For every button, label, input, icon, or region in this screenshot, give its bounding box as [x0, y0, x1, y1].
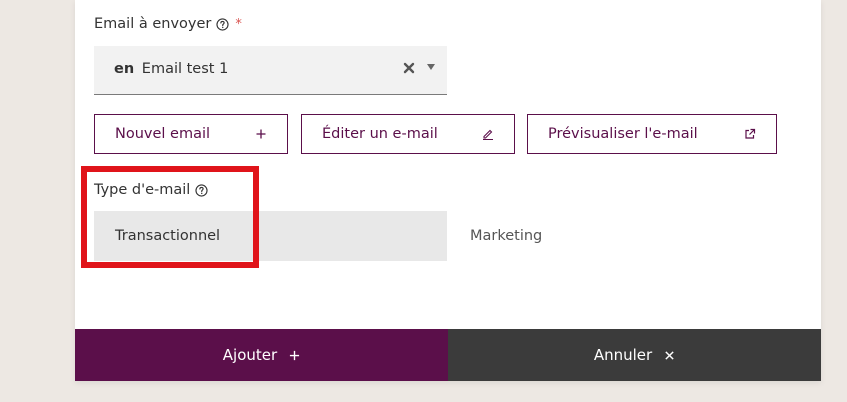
cancel-button[interactable]: Annuler — [448, 329, 821, 381]
selected-email-name: Email test 1 — [141, 61, 229, 77]
email-field-label-text: Email à envoyer — [94, 16, 212, 32]
question-circle-icon[interactable] — [216, 17, 229, 31]
preview-email-button[interactable]: Prévisualiser l'e-mail — [527, 114, 777, 154]
email-type-option-label: Transactionnel — [115, 228, 221, 244]
cancel-button-label: Annuler — [593, 346, 653, 364]
edit-email-button-label: Éditer un e-mail — [322, 126, 438, 142]
preview-email-button-label: Prévisualiser l'e-mail — [548, 126, 698, 142]
close-icon[interactable] — [403, 62, 415, 74]
caret-down-icon[interactable] — [427, 64, 435, 70]
email-type-label: Type d'e-mail — [94, 182, 208, 198]
pencil-icon — [483, 129, 493, 140]
required-marker: * — [235, 16, 242, 32]
email-select[interactable]: en Email test 1 — [94, 46, 447, 95]
plus-icon — [256, 129, 266, 139]
email-select-value: en Email test 1 — [114, 61, 228, 77]
new-email-button-label: Nouvel email — [115, 126, 211, 142]
close-icon — [665, 350, 674, 360]
email-field-label: Email à envoyer * — [94, 16, 242, 32]
language-code: en — [114, 61, 135, 77]
add-button-label: Ajouter — [222, 346, 278, 364]
plus-icon — [290, 350, 300, 360]
email-type-option-marketing[interactable]: Marketing — [449, 211, 749, 261]
email-type-option-transactionnel[interactable]: Transactionnel — [94, 211, 447, 261]
new-email-button[interactable]: Nouvel email — [94, 114, 288, 154]
add-button[interactable]: Ajouter — [75, 329, 448, 381]
edit-email-button[interactable]: Éditer un e-mail — [301, 114, 515, 154]
question-circle-icon[interactable] — [195, 183, 208, 197]
external-link-icon — [745, 128, 756, 139]
email-type-option-label: Marketing — [470, 228, 543, 244]
email-type-label-text: Type d'e-mail — [94, 182, 191, 198]
